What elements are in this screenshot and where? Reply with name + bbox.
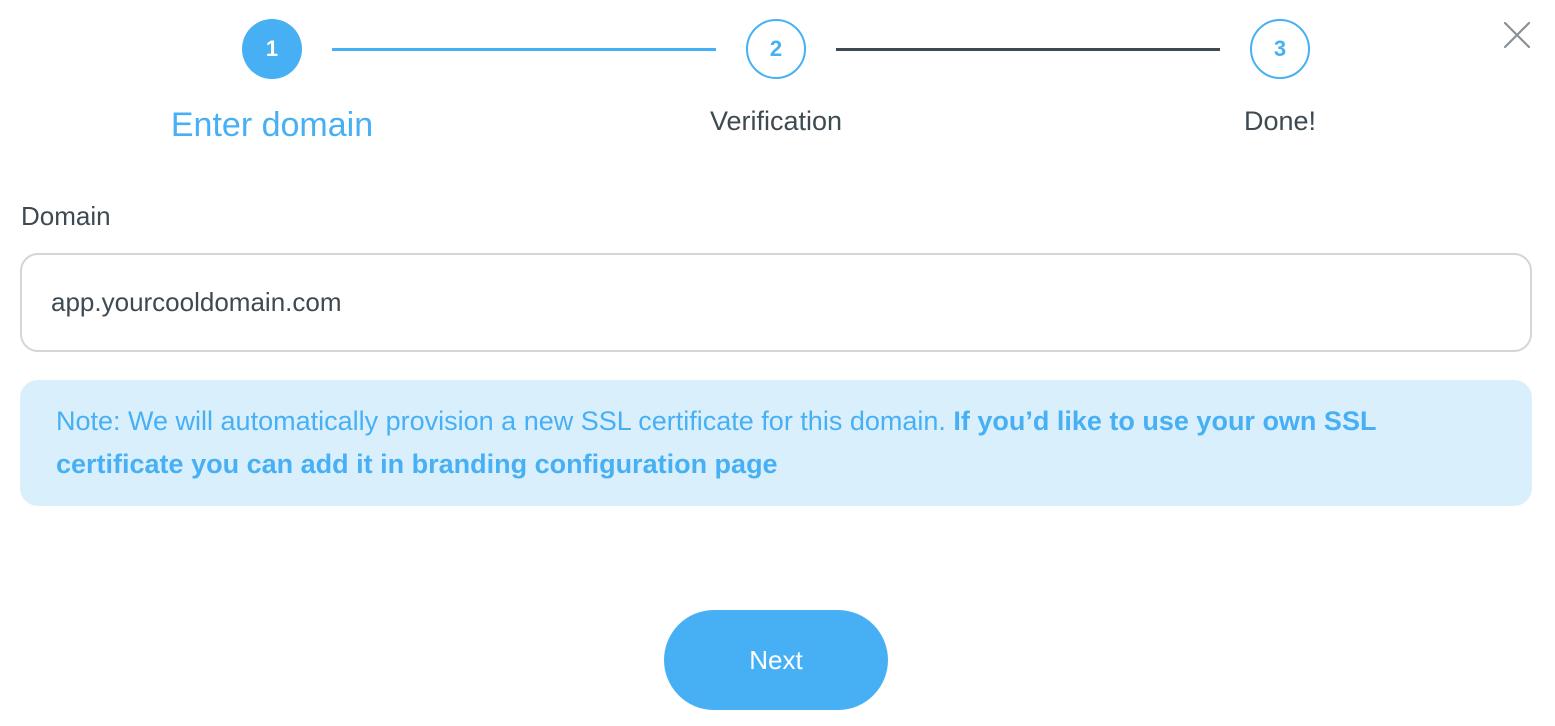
step-3-label: Done! [1243,106,1317,136]
step-connector-2 [836,48,1220,51]
domain-setup-modal: 1 2 3 Enter domain Verification Done! Do… [0,0,1555,726]
ssl-note: Note: We will automatically provision a … [20,380,1532,506]
step-connector-1 [332,48,716,51]
step-2-label: Verification [709,106,843,136]
step-2-indicator: 2 [746,19,806,79]
ssl-note-text: Note: We will automatically provision a … [56,406,954,436]
domain-input[interactable] [20,253,1532,352]
step-3-indicator: 3 [1250,19,1310,79]
domain-label: Domain [21,201,111,231]
close-icon [1503,21,1531,49]
next-button[interactable]: Next [664,610,888,710]
close-button[interactable] [1500,18,1534,52]
step-1-label: Enter domain [170,106,374,144]
step-1-indicator: 1 [242,19,302,79]
